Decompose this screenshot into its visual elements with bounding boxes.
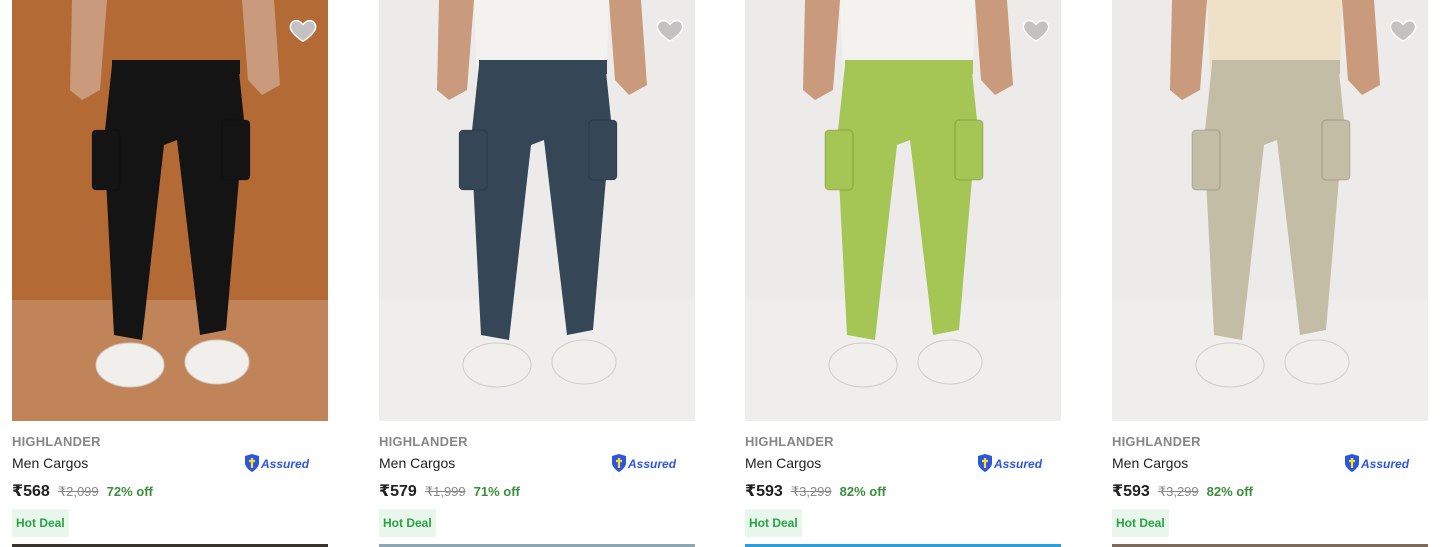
hot-deal-badge: Hot Deal bbox=[12, 509, 69, 537]
cargo-pocket bbox=[458, 129, 488, 191]
product-title[interactable]: Men Cargos bbox=[379, 455, 455, 471]
assured-label: Assured bbox=[993, 457, 1042, 471]
sneaker bbox=[828, 342, 898, 388]
discount-percent: 72% off bbox=[106, 484, 153, 499]
selling-price: ₹593 bbox=[745, 483, 783, 500]
floor-shade bbox=[379, 300, 695, 421]
shield-icon bbox=[978, 454, 992, 472]
product-card[interactable]: HIGHLANDER Men Cargos Assured ₹579 ₹1,99… bbox=[379, 0, 695, 547]
cargo-pocket bbox=[954, 119, 984, 181]
price-row: ₹593 ₹3,299 82% off bbox=[745, 481, 886, 501]
assured-badge: Assured bbox=[976, 453, 1042, 473]
floor-shade bbox=[1112, 300, 1428, 421]
hot-deal-badge: Hot Deal bbox=[745, 509, 802, 537]
sneaker bbox=[95, 342, 165, 388]
product-photo bbox=[1112, 0, 1428, 421]
product-title[interactable]: Men Cargos bbox=[12, 455, 88, 471]
waistband bbox=[1212, 60, 1340, 74]
hot-deal-badge: Hot Deal bbox=[1112, 509, 1169, 537]
product-card[interactable]: HIGHLANDER Men Cargos Assured ₹593 ₹3,29… bbox=[1112, 0, 1428, 547]
sneaker bbox=[1195, 342, 1265, 388]
waistband bbox=[845, 60, 973, 74]
product-title[interactable]: Men Cargos bbox=[1112, 455, 1188, 471]
original-price: ₹3,299 bbox=[1157, 484, 1199, 499]
product-photo bbox=[745, 0, 1061, 421]
discount-percent: 82% off bbox=[1206, 484, 1253, 499]
brand-name: HIGHLANDER bbox=[379, 434, 468, 449]
product-card[interactable]: HIGHLANDER Men Cargos Assured ₹593 ₹3,29… bbox=[745, 0, 1061, 547]
floor-shade bbox=[12, 300, 328, 421]
selling-price: ₹568 bbox=[12, 483, 50, 500]
product-image[interactable] bbox=[1112, 0, 1428, 421]
original-price: ₹2,099 bbox=[57, 484, 99, 499]
waistband bbox=[479, 60, 607, 74]
sneaker bbox=[184, 339, 250, 385]
cargo-pocket bbox=[824, 129, 854, 191]
price-row: ₹579 ₹1,999 71% off bbox=[379, 481, 520, 501]
waistband bbox=[112, 60, 240, 74]
assured-label: Assured bbox=[260, 457, 309, 471]
shield-icon bbox=[1345, 454, 1359, 472]
discount-percent: 71% off bbox=[473, 484, 520, 499]
sneaker bbox=[462, 342, 532, 388]
cargo-pocket bbox=[221, 119, 251, 181]
product-image[interactable] bbox=[379, 0, 695, 421]
discount-percent: 82% off bbox=[839, 484, 886, 499]
assured-label: Assured bbox=[1360, 457, 1409, 471]
shield-icon bbox=[245, 454, 259, 472]
price-row: ₹593 ₹3,299 82% off bbox=[1112, 481, 1253, 501]
assured-label: Assured bbox=[627, 457, 676, 471]
sneaker bbox=[1284, 339, 1350, 385]
heart-icon[interactable] bbox=[288, 15, 318, 45]
brand-name: HIGHLANDER bbox=[1112, 434, 1201, 449]
sneaker bbox=[551, 339, 617, 385]
shield-icon bbox=[612, 454, 626, 472]
assured-badge: Assured bbox=[243, 453, 309, 473]
product-card[interactable]: HIGHLANDER Men Cargos Assured ₹568 ₹2,09… bbox=[12, 0, 328, 547]
cargo-pocket bbox=[1321, 119, 1351, 181]
heart-icon[interactable] bbox=[1388, 15, 1418, 45]
cargo-pocket bbox=[1191, 129, 1221, 191]
brand-name: HIGHLANDER bbox=[745, 434, 834, 449]
product-image[interactable] bbox=[745, 0, 1061, 421]
price-row: ₹568 ₹2,099 72% off bbox=[12, 481, 153, 501]
assured-badge: Assured bbox=[1343, 453, 1409, 473]
cargo-pocket bbox=[588, 119, 618, 181]
original-price: ₹1,999 bbox=[424, 484, 466, 499]
floor-shade bbox=[745, 300, 1061, 421]
product-photo bbox=[379, 0, 695, 421]
hot-deal-badge: Hot Deal bbox=[379, 509, 436, 537]
original-price: ₹3,299 bbox=[790, 484, 832, 499]
selling-price: ₹593 bbox=[1112, 483, 1150, 500]
heart-icon[interactable] bbox=[1021, 15, 1051, 45]
assured-badge: Assured bbox=[610, 453, 676, 473]
selling-price: ₹579 bbox=[379, 483, 417, 500]
product-title[interactable]: Men Cargos bbox=[745, 455, 821, 471]
cargo-pocket bbox=[91, 129, 121, 191]
product-photo bbox=[12, 0, 328, 421]
sneaker bbox=[917, 339, 983, 385]
heart-icon[interactable] bbox=[655, 15, 685, 45]
product-image[interactable] bbox=[12, 0, 328, 421]
brand-name: HIGHLANDER bbox=[12, 434, 101, 449]
